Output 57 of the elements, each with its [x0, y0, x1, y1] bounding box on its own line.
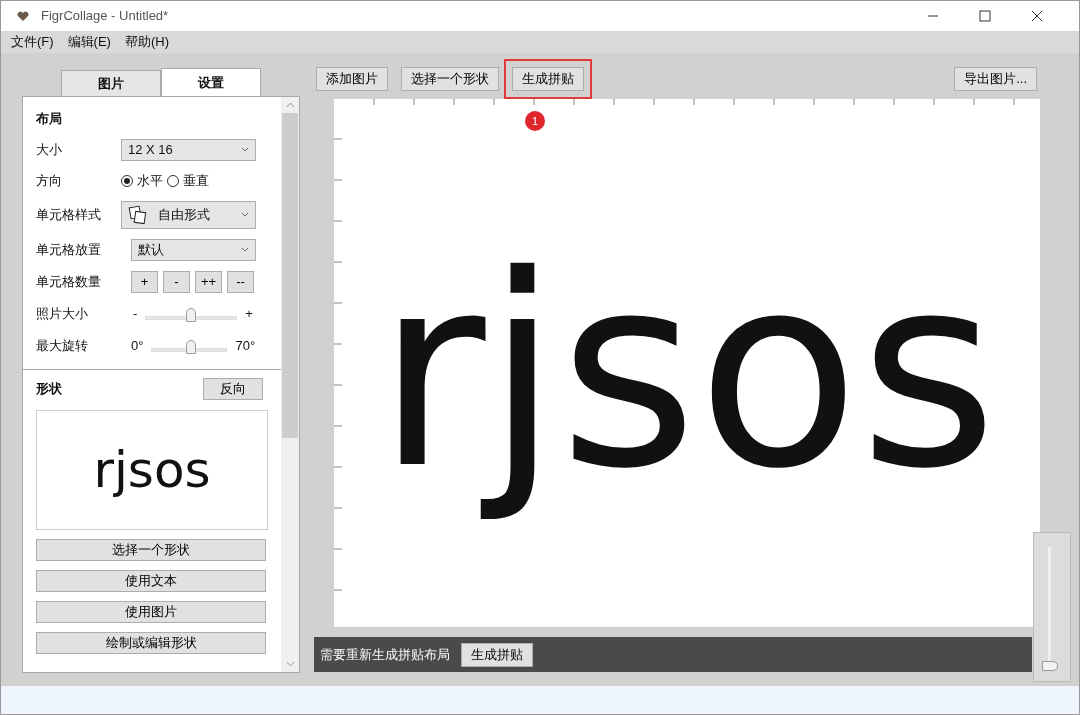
maximize-icon[interactable]: [979, 10, 991, 22]
scrollbar[interactable]: [281, 97, 299, 672]
radio-icon[interactable]: [121, 174, 133, 187]
slider-min-label: 0°: [131, 336, 144, 355]
menu-item[interactable]: 文件(F): [11, 32, 54, 52]
button[interactable]: 导出图片...: [954, 67, 1037, 91]
field-label: 照片大小: [36, 304, 89, 323]
cell-placement-dropdown[interactable]: 默认: [131, 238, 256, 261]
caret-icon: [241, 147, 249, 152]
button[interactable]: 生成拼贴: [461, 642, 533, 667]
button[interactable]: 生成拼贴: [512, 67, 584, 91]
notice-message: 需要重新生成拼贴布局: [320, 645, 450, 664]
field-label: 大小: [36, 140, 63, 159]
button[interactable]: 选择一个形状: [36, 538, 266, 561]
radio-option[interactable]: 水平: [121, 170, 163, 191]
button[interactable]: ++: [195, 270, 222, 293]
field-label: 方向: [36, 171, 63, 190]
cell-style-dropdown[interactable]: 自由形式: [121, 200, 256, 229]
preview-text: rjsos: [93, 444, 211, 495]
slider-max-label: +: [245, 304, 253, 323]
menu-item[interactable]: 帮助(H): [124, 32, 169, 52]
caret-icon: [241, 247, 249, 252]
slider-max-label: 70°: [235, 336, 256, 355]
heart-logo-icon: [17, 10, 29, 22]
overlapping-squares-icon: [128, 204, 148, 225]
section-heading: 形状: [36, 379, 62, 398]
scroll-up-icon[interactable]: [285, 102, 295, 108]
canvas-text: rjsos: [376, 217, 998, 529]
size-dropdown[interactable]: 12 X 16: [121, 138, 256, 161]
menu-item[interactable]: 编辑(E): [67, 32, 111, 52]
button[interactable]: -: [163, 270, 190, 293]
field-label: 单元格数量: [36, 272, 102, 291]
section-heading: 布局: [36, 110, 63, 128]
slider-thumb[interactable]: [185, 339, 196, 354]
window-title: FigrCollage - Untitled*: [41, 7, 169, 26]
button[interactable]: 反向: [203, 377, 263, 400]
button[interactable]: 添加图片: [316, 67, 388, 91]
zoom-slider[interactable]: [1033, 532, 1071, 682]
close-icon[interactable]: [1031, 10, 1043, 22]
radio-icon[interactable]: [167, 174, 179, 187]
tab[interactable]: 设置: [161, 68, 261, 96]
scroll-down-icon[interactable]: [285, 661, 295, 667]
button[interactable]: 选择一个形状: [401, 67, 499, 91]
slider-thumb[interactable]: [186, 307, 197, 322]
button[interactable]: 绘制或编辑形状: [36, 631, 266, 654]
slider-thumb[interactable]: [1042, 661, 1058, 672]
tab[interactable]: 图片: [61, 70, 161, 96]
field-label: 单元格放置: [36, 240, 102, 259]
button[interactable]: --: [227, 270, 254, 293]
button[interactable]: +: [131, 270, 158, 293]
caret-icon: [241, 212, 249, 217]
button[interactable]: 使用文本: [36, 569, 266, 592]
slider-min-label: -: [133, 304, 138, 323]
field-label: 单元格样式: [36, 205, 102, 224]
field-label: 最大旋转: [36, 336, 89, 355]
radio-option[interactable]: 垂直: [167, 170, 209, 191]
button[interactable]: 使用图片: [36, 600, 266, 623]
